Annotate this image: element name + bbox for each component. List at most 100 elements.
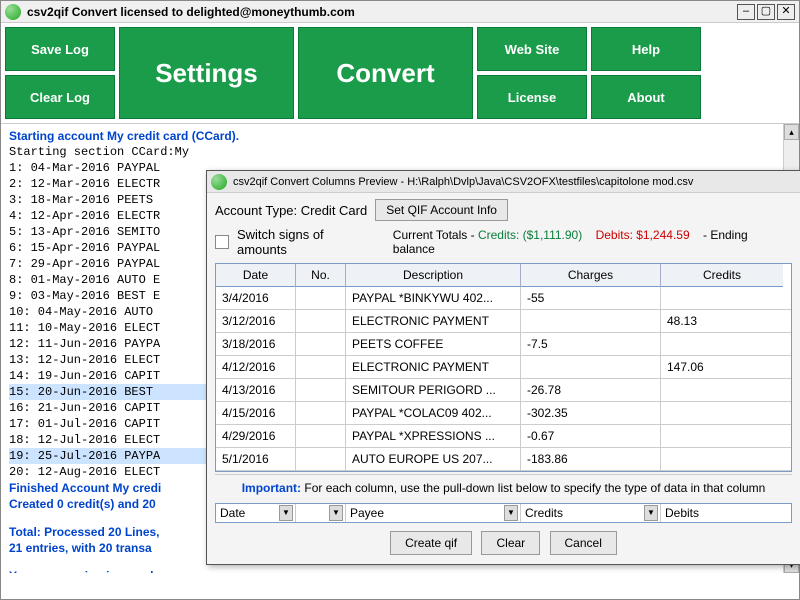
scroll-up-icon[interactable]: ▴ — [784, 124, 799, 140]
table-row[interactable]: 3/4/2016 PAYPAL *BINKYWU 402...-55 — [216, 287, 791, 310]
cell-date: 5/1/2016 — [216, 448, 296, 470]
cell-chg: -302.35 — [521, 402, 661, 424]
col-header-date[interactable]: Date — [216, 264, 296, 287]
cell-desc: ELECTRONIC PAYMENT — [346, 310, 521, 332]
col-header-description[interactable]: Description — [346, 264, 521, 287]
cell-chg — [521, 356, 661, 378]
selector-credits[interactable]: Credits▼ — [521, 504, 661, 522]
preview-title: csv2qif Convert Columns Preview - H:\Ral… — [233, 176, 796, 188]
cell-cr — [661, 287, 783, 309]
maximize-button[interactable]: ▢ — [757, 4, 775, 20]
app-icon — [5, 4, 21, 20]
convert-button[interactable]: Convert — [298, 27, 473, 119]
table-row[interactable]: 4/29/2016 PAYPAL *XPRESSIONS ...-0.67 — [216, 425, 791, 448]
cell-cr: 48.13 — [661, 310, 783, 332]
cell-chg: -7.5 — [521, 333, 661, 355]
table-row[interactable]: 5/1/2016 AUTO EUROPE US 207...-183.86 — [216, 448, 791, 471]
preview-titlebar: csv2qif Convert Columns Preview - H:\Ral… — [207, 171, 800, 193]
cell-chg: -55 — [521, 287, 661, 309]
cell-date: 3/12/2016 — [216, 310, 296, 332]
cell-chg: -26.78 — [521, 379, 661, 401]
cell-chg — [521, 310, 661, 332]
selector-no[interactable]: ▼ — [296, 504, 346, 522]
chevron-down-icon[interactable]: ▼ — [279, 505, 293, 521]
table-row[interactable]: 4/15/2016 PAYPAL *COLAC09 402...-302.35 — [216, 402, 791, 425]
cell-chg: -0.67 — [521, 425, 661, 447]
cell-desc: PAYPAL *COLAC09 402... — [346, 402, 521, 424]
cell-date: 4/15/2016 — [216, 402, 296, 424]
credits-total: Credits: ($1,111.90) — [478, 228, 582, 242]
column-selectors: Date▼ ▼ Payee▼ Credits▼ Debits — [215, 503, 792, 523]
cancel-button[interactable]: Cancel — [550, 531, 617, 555]
close-button[interactable]: ✕ — [777, 4, 795, 20]
col-header-charges[interactable]: Charges — [521, 264, 661, 287]
preview-grid: Date No. Description Charges Credits 3/4… — [215, 263, 792, 472]
cell-no — [296, 379, 346, 401]
log-start-section: Starting section CCard:My — [9, 144, 791, 160]
important-label: Important: — [242, 481, 301, 495]
cell-no — [296, 356, 346, 378]
chevron-down-icon[interactable]: ▼ — [504, 505, 518, 521]
preview-window: csv2qif Convert Columns Preview - H:\Ral… — [206, 170, 800, 565]
license-button[interactable]: License — [477, 75, 587, 119]
clear-button[interactable]: Clear — [481, 531, 540, 555]
chevron-down-icon[interactable]: ▼ — [644, 505, 658, 521]
cell-date: 4/13/2016 — [216, 379, 296, 401]
table-row[interactable]: 3/12/2016 ELECTRONIC PAYMENT 48.13 — [216, 310, 791, 333]
clear-log-button[interactable]: Clear Log — [5, 75, 115, 119]
cell-no — [296, 402, 346, 424]
save-log-button[interactable]: Save Log — [5, 27, 115, 71]
selector-date[interactable]: Date▼ — [216, 504, 296, 522]
cell-no — [296, 448, 346, 470]
main-title: csv2qif Convert licensed to delighted@mo… — [27, 5, 735, 19]
debits-total: Debits: $1,244.59 — [596, 228, 690, 242]
col-header-credits[interactable]: Credits — [661, 264, 783, 287]
cell-date: 4/12/2016 — [216, 356, 296, 378]
cell-no — [296, 310, 346, 332]
log-start-account: Starting account My credit card (CCard). — [9, 128, 791, 144]
important-text: For each column, use the pull-down list … — [301, 481, 765, 495]
cell-desc: PAYPAL *BINKYWU 402... — [346, 287, 521, 309]
cell-cr — [661, 379, 783, 401]
grid-header: Date No. Description Charges Credits — [216, 264, 791, 287]
cell-desc: SEMITOUR PERIGORD ... — [346, 379, 521, 401]
action-row: Create qif Clear Cancel — [215, 523, 792, 557]
cell-date: 3/4/2016 — [216, 287, 296, 309]
selector-debits[interactable]: Debits — [661, 504, 783, 522]
cell-cr — [661, 425, 783, 447]
create-qif-button[interactable]: Create qif — [390, 531, 472, 555]
table-row[interactable]: 4/13/2016 SEMITOUR PERIGORD ...-26.78 — [216, 379, 791, 402]
switch-signs-label: Switch signs of amounts — [237, 227, 377, 257]
cell-cr: 147.06 — [661, 356, 783, 378]
selector-payee[interactable]: Payee▼ — [346, 504, 521, 522]
table-row[interactable]: 3/18/2016 PEETS COFFEE-7.5 — [216, 333, 791, 356]
chevron-down-icon[interactable]: ▼ — [329, 505, 343, 521]
cell-date: 3/18/2016 — [216, 333, 296, 355]
cell-cr — [661, 333, 783, 355]
cell-no — [296, 333, 346, 355]
table-row[interactable]: 4/12/2016 ELECTRONIC PAYMENT 147.06 — [216, 356, 791, 379]
cell-desc: ELECTRONIC PAYMENT — [346, 356, 521, 378]
main-titlebar: csv2qif Convert licensed to delighted@mo… — [1, 1, 799, 23]
cell-cr — [661, 402, 783, 424]
col-header-no[interactable]: No. — [296, 264, 346, 287]
log-saved: Your conversion is saved as: — [9, 568, 791, 573]
totals-label: Current Totals - — [393, 228, 475, 242]
settings-button[interactable]: Settings — [119, 27, 294, 119]
cell-chg: -183.86 — [521, 448, 661, 470]
cell-desc: PEETS COFFEE — [346, 333, 521, 355]
web-site-button[interactable]: Web Site — [477, 27, 587, 71]
cell-desc: PAYPAL *XPRESSIONS ... — [346, 425, 521, 447]
switch-signs-checkbox[interactable] — [215, 235, 229, 249]
help-button[interactable]: Help — [591, 27, 701, 71]
cell-date: 4/29/2016 — [216, 425, 296, 447]
important-bar: Important: For each column, use the pull… — [215, 474, 792, 501]
account-type-label: Account Type: Credit Card — [215, 203, 367, 218]
set-qif-button[interactable]: Set QIF Account Info — [375, 199, 508, 221]
main-toolbar: Save Log Clear Log Settings Convert Web … — [1, 23, 799, 123]
about-button[interactable]: About — [591, 75, 701, 119]
minimize-button[interactable]: – — [737, 4, 755, 20]
app-icon — [211, 174, 227, 190]
cell-desc: AUTO EUROPE US 207... — [346, 448, 521, 470]
cell-cr — [661, 448, 783, 470]
